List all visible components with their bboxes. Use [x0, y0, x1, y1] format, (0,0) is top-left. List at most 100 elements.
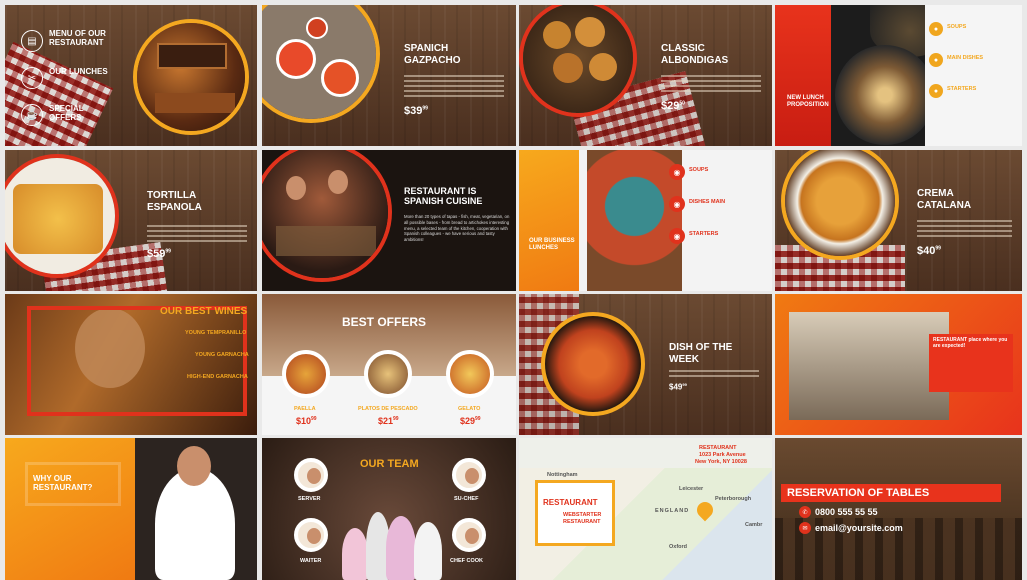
- slide-team[interactable]: OUR TEAM SERVER SU-CHEF WAITER CHEF COOK: [262, 438, 516, 580]
- orange-panel: [519, 150, 579, 291]
- offer-1-name: PAELLA: [294, 406, 316, 412]
- menu-book-icon: ▤: [21, 30, 43, 52]
- people-photo: [262, 150, 392, 282]
- offers-label: SPECIAL OFFERS: [49, 104, 84, 123]
- map-label-oxford: Oxford: [669, 544, 688, 550]
- suchef-avatar: [452, 458, 486, 492]
- offer-2-price: $2199: [378, 416, 399, 426]
- gazpacho-photo: [262, 5, 380, 123]
- albondigas-photo: [519, 5, 637, 117]
- waiter-face: [177, 446, 211, 486]
- offer-1-price: $1099: [296, 416, 317, 426]
- map-sub: WEBSTARTER: [563, 512, 602, 518]
- slide-best-offers[interactable]: BEST OFFERS PAELLA PLATOS DE PESCADO GEL…: [262, 294, 516, 435]
- wine-3: HIGH-END GARNACHA: [187, 374, 248, 380]
- main-dot: ●: [929, 53, 943, 67]
- orange-panel: [5, 438, 135, 580]
- wine-1: YOUNG TEMPRANILLO: [185, 330, 247, 336]
- slide-place[interactable]: RESTAURANT place where you are expected!: [775, 294, 1022, 435]
- slide-crema[interactable]: CREMA CATALANA $4099: [775, 150, 1022, 291]
- soup-dot: ●: [929, 22, 943, 36]
- gazpacho-title: SPANICH GAZPACHO: [404, 43, 461, 66]
- address-name: Restaurant: [699, 445, 737, 451]
- reservation-title: RESERVATION OF TABLES: [787, 487, 930, 499]
- slide-tortilla[interactable]: TORTILLA ESPANOLA $5999: [5, 150, 257, 291]
- slide-lunch-proposition[interactable]: NEW LUNCH PROPOSITION ● SOUPS ● MAIN DIS…: [775, 5, 1022, 146]
- fish-plate: [364, 350, 412, 398]
- map-label-cambr: Cambr: [745, 522, 763, 528]
- slide-reservation[interactable]: RESERVATION OF TABLES ✆ 0800 555 55 55 ✉…: [775, 438, 1022, 580]
- place-title: RESTAURANT place where you are expected!: [933, 337, 1008, 349]
- reservation-email[interactable]: email@yoursite.com: [815, 523, 903, 533]
- offers-icon: ☕: [21, 104, 43, 126]
- wine-2: YOUNG GARNACHA: [195, 352, 249, 358]
- albondigas-desc: [661, 75, 761, 95]
- interior-photo: [789, 312, 949, 420]
- gazpacho-desc: [404, 75, 504, 97]
- starter-icon: ◉: [669, 228, 685, 244]
- crema-photo: [781, 150, 899, 260]
- wine-frame: [27, 306, 247, 416]
- business-item-2: DISHES MAIN: [689, 199, 726, 205]
- address-city: New York, NY 10028: [695, 459, 747, 465]
- role-server: SERVER: [298, 496, 321, 502]
- dish-week-desc: [669, 370, 759, 380]
- slide-why[interactable]: WHY OUR RESTAURANT?: [5, 438, 257, 580]
- tortilla-title: TORTILLA ESPANOLA: [147, 190, 202, 213]
- team-person-4: [414, 522, 442, 580]
- slides-grid: ▤ MENU OF OUR RESTAURANT ✂ OUR LUNCHES ☕…: [0, 0, 1027, 580]
- menu-label: MENU OF OUR RESTAURANT: [49, 29, 106, 48]
- map-label-nottingham: Nottingham: [547, 472, 578, 478]
- slide-business-lunches[interactable]: OUR BUSINESS LUNCHES ◉ SOUPS ◉ DISHES MA…: [519, 150, 772, 291]
- team-title: OUR TEAM: [360, 458, 419, 470]
- tablecloth: [5, 41, 114, 146]
- gelato-plate: [446, 350, 494, 398]
- slide-dish-week[interactable]: DISH OF THE WEEK $4999: [519, 294, 772, 435]
- reservation-phone[interactable]: 0800 555 55 55: [815, 507, 878, 517]
- server-avatar: [294, 458, 328, 492]
- team-person-1: [342, 528, 368, 580]
- lunches-label: OUR LUNCHES: [49, 67, 108, 76]
- starter-dot: ●: [929, 84, 943, 98]
- lunch-icon: ✂: [21, 67, 43, 89]
- soup-icon: ◉: [669, 164, 685, 180]
- restaurant-photo: [133, 19, 249, 135]
- slide-gazpacho[interactable]: SPANICH GAZPACHO $3999: [262, 5, 516, 146]
- role-chefcook: CHEF COOK: [450, 558, 483, 564]
- gazpacho-price: $3999: [404, 105, 428, 117]
- crema-title: CREMA CATALANA: [917, 188, 972, 211]
- offers-title: BEST OFFERS: [342, 315, 427, 329]
- business-item-1: SOUPS: [689, 167, 709, 173]
- wines-title: OUR BEST WINES: [160, 306, 248, 317]
- slide-albondigas[interactable]: CLASSIC ALBONDIGAS $2950: [519, 5, 772, 146]
- slide-wines[interactable]: OUR BEST WINES YOUNG TEMPRANILLO YOUNG G…: [5, 294, 257, 435]
- email-icon: ✉: [799, 522, 811, 534]
- paella-photo: [541, 312, 645, 416]
- dish-photo: [587, 150, 682, 291]
- tortilla-photo: [5, 154, 119, 278]
- slide-spanish-cuisine[interactable]: RESTAURANT IS SPANISH CUISINE More than …: [262, 150, 516, 291]
- plate-main: [835, 45, 935, 145]
- slide-menu[interactable]: ▤ MENU OF OUR RESTAURANT ✂ OUR LUNCHES ☕…: [5, 5, 257, 146]
- dish-week-price: $4999: [669, 382, 687, 392]
- paella-plate: [282, 350, 330, 398]
- phone-icon: ✆: [799, 506, 811, 518]
- tortilla-desc: [147, 225, 247, 243]
- offer-3-name: GELATO: [458, 406, 481, 412]
- map-label-england: ENGLAND: [655, 508, 690, 514]
- offer-3-price: $2999: [460, 416, 481, 426]
- role-waiter: WAITER: [300, 558, 322, 564]
- slide-map[interactable]: Restaurant 1023 Park Avenue New York, NY…: [519, 438, 772, 580]
- chefcook-avatar: [452, 518, 486, 552]
- cuisine-title: RESTAURANT IS SPANISH CUISINE: [404, 186, 483, 207]
- lunch-title: NEW LUNCH PROPOSITION: [787, 95, 829, 108]
- map-label-leicester: Leicester: [679, 486, 704, 492]
- role-suchef: SU-CHEF: [454, 496, 479, 502]
- crema-desc: [917, 220, 1012, 240]
- why-title: WHY OUR RESTAURANT?: [33, 474, 93, 493]
- address-street: 1023 Park Avenue: [699, 452, 746, 458]
- business-item-3: STARTERS: [689, 231, 719, 237]
- offer-2-name: PLATOS DE PESCADO: [358, 406, 418, 412]
- lunch-item-1: SOUPS: [947, 24, 967, 30]
- map-title: RESTAURANT: [543, 498, 598, 507]
